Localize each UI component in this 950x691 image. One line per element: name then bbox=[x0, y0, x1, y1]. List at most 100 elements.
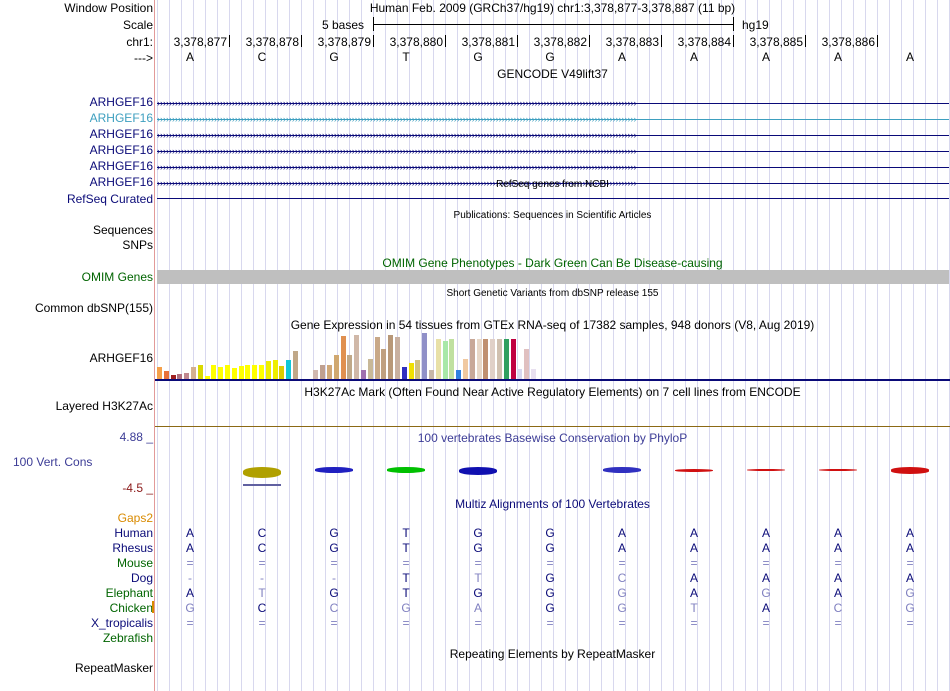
gencode-gene-bar[interactable]: ››››››››››››››››››››››››››››››››››››››››… bbox=[157, 128, 949, 142]
snps-label[interactable]: SNPs bbox=[122, 238, 153, 252]
strand-arrow-label[interactable]: ---> bbox=[134, 51, 153, 65]
gencode-gene-label[interactable]: ARHGEF16 bbox=[90, 143, 153, 157]
gencode-gene-label[interactable]: ARHGEF16 bbox=[90, 175, 153, 189]
omim-track-title[interactable]: OMIM Gene Phenotypes - Dark Green Can Be… bbox=[155, 256, 950, 270]
gtex-tissue-bar[interactable] bbox=[449, 339, 455, 379]
window-title[interactable]: Human Feb. 2009 (GRCh37/hg19) chr1:3,378… bbox=[155, 1, 950, 15]
gtex-tissue-bar[interactable] bbox=[408, 363, 414, 379]
gtex-tissue-bar[interactable] bbox=[422, 333, 428, 379]
gtex-tissue-bar[interactable] bbox=[395, 337, 400, 379]
aligned-base: G bbox=[617, 586, 627, 600]
gencode-gene-label[interactable]: ARHGEF16 bbox=[90, 111, 153, 125]
species-label[interactable]: Zebrafish bbox=[103, 631, 153, 645]
gtex-tissue-bar[interactable] bbox=[225, 365, 230, 379]
multiz-track-title[interactable]: Multiz Alignments of 100 Vertebrates bbox=[155, 497, 950, 511]
gtex-tissue-bar[interactable] bbox=[429, 370, 434, 379]
gtex-tissue-bar[interactable] bbox=[340, 336, 346, 379]
dbsnp-label[interactable]: Common dbSNP(155) bbox=[35, 301, 153, 315]
gtex-tissue-bar[interactable] bbox=[313, 370, 319, 379]
aligned-base: G bbox=[329, 586, 339, 600]
gaps-label[interactable]: Gaps2 bbox=[118, 511, 153, 525]
gtex-tissue-bar[interactable] bbox=[531, 369, 536, 379]
omim-label[interactable]: OMIM Genes bbox=[82, 270, 153, 284]
gtex-tissue-bar[interactable] bbox=[381, 349, 387, 379]
gencode-gene-label[interactable]: ARHGEF16 bbox=[90, 159, 153, 173]
species-label[interactable]: Human bbox=[114, 526, 153, 540]
gencode-gene-label[interactable]: ARHGEF16 bbox=[90, 95, 153, 109]
repeatmasker-track-title[interactable]: Repeating Elements by RepeatMasker bbox=[155, 647, 950, 661]
dbsnp-track-title[interactable]: Short Genetic Variants from dbSNP releas… bbox=[155, 287, 950, 301]
gtex-tissue-bar[interactable] bbox=[157, 367, 162, 379]
gtex-tissue-bar[interactable] bbox=[517, 369, 523, 379]
gtex-tissue-bar[interactable] bbox=[367, 359, 373, 379]
species-label[interactable]: Dog bbox=[131, 571, 153, 585]
gtex-tissue-bar[interactable] bbox=[469, 339, 475, 379]
gtex-tissue-bar[interactable] bbox=[320, 365, 326, 379]
gtex-tissue-bar[interactable] bbox=[354, 335, 360, 379]
gtex-tissue-bar[interactable] bbox=[374, 337, 380, 379]
gtex-tissue-bar[interactable] bbox=[211, 365, 217, 379]
gtex-tissue-bar[interactable] bbox=[442, 341, 448, 379]
gtex-tissue-bar[interactable] bbox=[490, 339, 496, 379]
species-label[interactable]: Chicken bbox=[110, 601, 153, 615]
gtex-tissue-bar[interactable] bbox=[463, 359, 468, 379]
refseq-track-title[interactable]: RefSeq genes from NCBI bbox=[155, 178, 950, 192]
gtex-tissue-bar[interactable] bbox=[456, 370, 462, 379]
gtex-tissue-bar[interactable] bbox=[279, 366, 285, 379]
gtex-tissue-bar[interactable] bbox=[272, 360, 278, 379]
h3k27ac-label[interactable]: Layered H3K27Ac bbox=[56, 399, 153, 413]
reference-base: A bbox=[833, 50, 842, 64]
gtex-gene-label[interactable]: ARHGEF16 bbox=[90, 351, 153, 365]
gtex-tissue-bar[interactable] bbox=[197, 365, 203, 379]
gencode-gene-bar[interactable]: ››››››››››››››››››››››››››››››››››››››››… bbox=[157, 144, 949, 158]
gtex-tissue-bar[interactable] bbox=[483, 339, 489, 379]
gtex-tissue-bar[interactable] bbox=[401, 367, 407, 379]
species-label[interactable]: Elephant bbox=[106, 586, 153, 600]
scale-bar-right-tick bbox=[733, 17, 734, 31]
gencode-track-title[interactable]: GENCODE V49lift37 bbox=[155, 67, 950, 81]
gtex-tissue-bar[interactable] bbox=[435, 339, 441, 379]
gtex-track-title[interactable]: Gene Expression in 54 tissues from GTEx … bbox=[155, 318, 950, 332]
gtex-tissue-bar[interactable] bbox=[510, 339, 516, 379]
gtex-tissue-bar[interactable] bbox=[361, 370, 366, 379]
gtex-tissue-bar[interactable] bbox=[524, 349, 530, 379]
gtex-tissue-bar[interactable] bbox=[286, 360, 292, 379]
gtex-tissue-bar[interactable] bbox=[503, 339, 509, 379]
gencode-gene-bar[interactable]: ››››››››››››››››››››››››››››››››››››››››… bbox=[157, 160, 949, 174]
gtex-tissue-bar[interactable] bbox=[231, 368, 237, 379]
gtex-tissue-bar[interactable] bbox=[163, 371, 169, 379]
gtex-tissue-bar[interactable] bbox=[327, 365, 332, 379]
conservation-track-title[interactable]: 100 vertebrates Basewise Conservation by… bbox=[155, 431, 950, 445]
gtex-tissue-bar[interactable] bbox=[252, 365, 258, 379]
publications-track-title[interactable]: Publications: Sequences in Scientific Ar… bbox=[155, 209, 950, 223]
gtex-tissue-bar[interactable] bbox=[191, 367, 196, 379]
gtex-tissue-bar[interactable] bbox=[238, 366, 244, 379]
aligned-base: = bbox=[618, 616, 626, 630]
gencode-gene-label[interactable]: ARHGEF16 bbox=[90, 127, 153, 141]
gtex-tissue-bar[interactable] bbox=[415, 360, 421, 379]
gtex-tissue-bar[interactable] bbox=[293, 351, 298, 379]
gtex-tissue-bar[interactable] bbox=[476, 339, 482, 379]
h3k27ac-track-title[interactable]: H3K27Ac Mark (Often Found Near Active Re… bbox=[155, 385, 950, 399]
repeatmasker-label[interactable]: RepeatMasker bbox=[75, 661, 153, 675]
gtex-tissue-bar[interactable] bbox=[388, 335, 394, 379]
gencode-gene-bar[interactable]: ››››››››››››››››››››››››››››››››››››››››… bbox=[157, 112, 949, 126]
species-label[interactable]: X_tropicalis bbox=[91, 616, 153, 630]
gtex-tissue-bar[interactable] bbox=[265, 361, 271, 379]
gencode-gene-bar[interactable]: ››››››››››››››››››››››››››››››››››››››››… bbox=[157, 96, 949, 110]
gtex-tissue-bar[interactable] bbox=[218, 367, 224, 379]
species-label[interactable]: Mouse bbox=[117, 556, 153, 570]
gtex-tissue-bar[interactable] bbox=[497, 339, 502, 379]
omim-gene-bar[interactable] bbox=[157, 270, 949, 284]
gtex-tissue-bar[interactable] bbox=[347, 355, 353, 379]
gtex-tissue-bar[interactable] bbox=[333, 355, 339, 379]
sequences-label[interactable]: Sequences bbox=[93, 223, 153, 237]
position-label: 3,378,882 bbox=[533, 35, 587, 49]
gtex-tissue-bar[interactable] bbox=[245, 365, 251, 379]
species-label[interactable]: Rhesus bbox=[112, 541, 153, 555]
conservation-label[interactable]: 100 Vert. Cons bbox=[13, 455, 92, 469]
position-tick bbox=[517, 35, 518, 47]
gtex-tissue-bar[interactable] bbox=[259, 365, 264, 379]
refseq-gene-line[interactable] bbox=[157, 198, 949, 199]
refseq-label[interactable]: RefSeq Curated bbox=[67, 192, 153, 206]
